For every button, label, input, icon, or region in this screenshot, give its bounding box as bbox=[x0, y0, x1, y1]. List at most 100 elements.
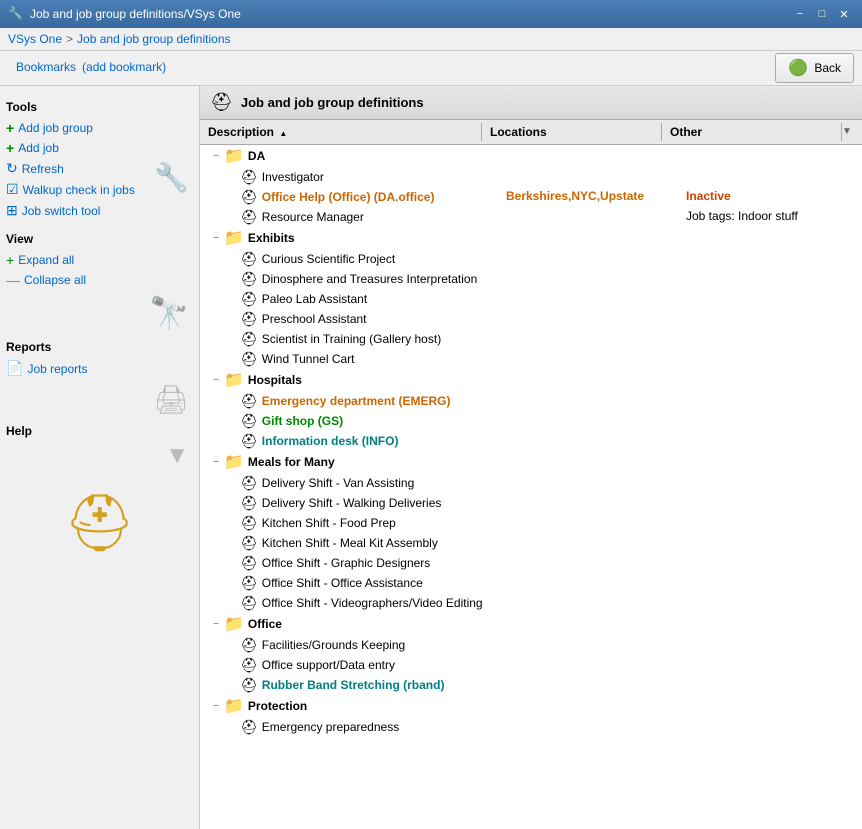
add-icon-2: + bbox=[6, 140, 14, 156]
back-icon: 🟢 bbox=[788, 58, 808, 78]
sidebar-item-collapse-all[interactable]: — Collapse all bbox=[6, 270, 193, 290]
job-row-food-prep[interactable]: ⛑Kitchen Shift - Food Prep bbox=[200, 513, 862, 533]
sidebar-item-add-job-group[interactable]: + Add job group bbox=[6, 118, 193, 138]
sidebar-item-add-job[interactable]: + Add job bbox=[6, 138, 193, 158]
job-icon-wind: ⛑ bbox=[240, 351, 258, 368]
col-other-office-help: Inactive bbox=[682, 189, 862, 206]
app-icon: 🔧 bbox=[8, 6, 24, 22]
filter-icon[interactable]: ▼ bbox=[842, 126, 852, 137]
group-row-da[interactable]: − 📁 DA bbox=[200, 145, 862, 167]
job-row-walking[interactable]: ⛑Delivery Shift - Walking Deliveries bbox=[200, 493, 862, 513]
job-row-office-help[interactable]: ⛑ Office Help (Office) (DA.office) Berks… bbox=[200, 187, 862, 207]
group-label-hospitals: Hospitals bbox=[248, 373, 302, 387]
job-label-video: Office Shift - Videographers/Video Editi… bbox=[262, 596, 483, 610]
toggle-meals[interactable]: − bbox=[208, 457, 224, 468]
refresh-label: Refresh bbox=[22, 162, 64, 176]
job-icon-facilities: ⛑ bbox=[240, 637, 258, 654]
close-button[interactable]: ✕ bbox=[834, 4, 854, 24]
group-row-exhibits[interactable]: − 📁 Exhibits bbox=[200, 227, 862, 249]
nav-current[interactable]: Job and job group definitions bbox=[77, 32, 230, 46]
table-header: Description ▲ Locations Other ▼ bbox=[200, 120, 862, 145]
job-icon-giftshop: ⛑ bbox=[240, 413, 258, 430]
job-row-facilities[interactable]: ⛑Facilities/Grounds Keeping bbox=[200, 635, 862, 655]
col-locations-header: Locations bbox=[482, 123, 662, 141]
job-icon-scientist: ⛑ bbox=[240, 331, 258, 348]
job-row-resource-manager[interactable]: ⛑ Resource Manager Job tags: Indoor stuf… bbox=[200, 207, 862, 227]
toggle-office[interactable]: − bbox=[208, 619, 224, 630]
toggle-exhibits[interactable]: − bbox=[208, 233, 224, 244]
job-label-resource-manager: Resource Manager bbox=[262, 210, 364, 224]
add-bookmark-link[interactable]: (add bookmark) bbox=[82, 60, 166, 74]
back-button[interactable]: 🟢 Back bbox=[775, 53, 854, 83]
job-row-meal-kit[interactable]: ⛑ Kitchen Shift - Meal Kit Assembly bbox=[200, 533, 862, 553]
job-label-curious: Curious Scientific Project bbox=[262, 252, 395, 266]
nav-home[interactable]: VSys One bbox=[8, 32, 62, 46]
tree-area[interactable]: − 📁 DA bbox=[200, 145, 862, 829]
job-row-info-desk[interactable]: ⛑Information desk (INFO) bbox=[200, 431, 862, 451]
job-row-graphic[interactable]: ⛑Office Shift - Graphic Designers bbox=[200, 553, 862, 573]
group-row-protection[interactable]: − 📁 Protection bbox=[200, 695, 862, 717]
col-description-header: Description ▲ bbox=[200, 123, 482, 141]
sidebar-item-refresh[interactable]: ↻ Refresh bbox=[6, 158, 193, 179]
sidebar: Tools + Add job group + Add job ↻ Refres… bbox=[0, 86, 200, 829]
minimize-button[interactable]: − bbox=[790, 4, 810, 24]
job-row-scientist[interactable]: ⛑Scientist in Training (Gallery host) bbox=[200, 329, 862, 349]
job-row-dino[interactable]: ⛑Dinosphere and Treasures Interpretation bbox=[200, 269, 862, 289]
job-row-office-assist[interactable]: ⛑Office Shift - Office Assistance bbox=[200, 573, 862, 593]
binoculars-deco-icon: 🔭 bbox=[149, 295, 189, 331]
job-row-curious[interactable]: ⛑ Curious Scientific Project bbox=[200, 249, 862, 269]
sidebar-item-expand-all[interactable]: + Expand all bbox=[6, 250, 193, 270]
job-row-video[interactable]: ⛑Office Shift - Videographers/Video Edit… bbox=[200, 593, 862, 613]
bookmarks-link[interactable]: Bookmarks bbox=[16, 60, 76, 74]
job-row-office-support[interactable]: ⛑Office support/Data entry bbox=[200, 655, 862, 675]
group-row-meals[interactable]: − 📁 Meals for Many bbox=[200, 451, 862, 473]
job-label-graphic: Office Shift - Graphic Designers bbox=[262, 556, 431, 570]
col-other-investigator bbox=[682, 169, 862, 186]
job-row-emerg[interactable]: ⛑Emergency department (EMERG) bbox=[200, 391, 862, 411]
reports-section-title: Reports bbox=[6, 340, 193, 354]
job-row-paleo[interactable]: ⛑ Paleo Lab Assistant bbox=[200, 289, 862, 309]
job-icon-van: ⛑ bbox=[240, 475, 258, 492]
job-label-office-support: Office support/Data entry bbox=[262, 658, 395, 672]
job-label-paleo: Paleo Lab Assistant bbox=[262, 292, 367, 306]
job-row-investigator[interactable]: ⛑ Investigator bbox=[200, 167, 862, 187]
job-icon-paleo: ⛑ bbox=[240, 291, 258, 308]
group-row-hospitals[interactable]: − 📁 Hospitals bbox=[200, 369, 862, 391]
content-area: Tools + Add job group + Add job ↻ Refres… bbox=[0, 86, 862, 829]
job-row-rubber-band[interactable]: ⛑Rubber Band Stretching (rband) bbox=[200, 675, 862, 695]
toggle-protection[interactable]: − bbox=[208, 701, 224, 712]
job-switch-label: Job switch tool bbox=[22, 204, 101, 218]
job-row-preschool[interactable]: ⛑Preschool Assistant bbox=[200, 309, 862, 329]
group-row-office[interactable]: − 📁 Office bbox=[200, 613, 862, 635]
job-row-wind[interactable]: ⛑Wind Tunnel Cart bbox=[200, 349, 862, 369]
title-bar-buttons: − □ ✕ bbox=[790, 4, 854, 24]
group-label-protection: Protection bbox=[248, 699, 307, 713]
back-label: Back bbox=[814, 61, 841, 75]
job-label-rubber-band: Rubber Band Stretching (rband) bbox=[262, 678, 445, 692]
job-icon-resource-manager: ⛑ bbox=[240, 209, 258, 226]
job-label-van: Delivery Shift - Van Assisting bbox=[262, 476, 415, 490]
col-loc-da bbox=[502, 146, 682, 166]
job-label-office-help: Office Help (Office) (DA.office) bbox=[262, 190, 435, 204]
sidebar-item-job-reports[interactable]: 📄 Job reports bbox=[6, 358, 193, 379]
job-icon-curious: ⛑ bbox=[240, 251, 258, 268]
job-label-preschool: Preschool Assistant bbox=[262, 312, 367, 326]
maximize-button[interactable]: □ bbox=[812, 4, 832, 24]
job-label-meal-kit: Kitchen Shift - Meal Kit Assembly bbox=[262, 536, 438, 550]
job-reports-label: Job reports bbox=[27, 362, 87, 376]
job-icon-meal-kit: ⛑ bbox=[240, 535, 258, 552]
job-row-emerg-prep[interactable]: ⛑Emergency preparedness bbox=[200, 717, 862, 737]
col-other-header: Other bbox=[662, 123, 842, 141]
job-label-dino: Dinosphere and Treasures Interpretation bbox=[262, 272, 477, 286]
toggle-da[interactable]: − bbox=[208, 151, 224, 162]
panel-header-icon: ⛑ bbox=[210, 92, 233, 113]
toggle-hospitals[interactable]: − bbox=[208, 375, 224, 386]
job-icon-office-assist: ⛑ bbox=[240, 575, 258, 592]
help-section-title: Help bbox=[6, 424, 193, 438]
panel-header: ⛑ Job and job group definitions bbox=[200, 86, 862, 120]
group-exhibits: − 📁 Exhibits ⛑ Curious Scientific Project bbox=[200, 227, 862, 369]
job-icon-food-prep: ⛑ bbox=[240, 515, 258, 532]
job-row-van[interactable]: ⛑ Delivery Shift - Van Assisting bbox=[200, 473, 862, 493]
job-row-giftshop[interactable]: ⛑Gift shop (GS) bbox=[200, 411, 862, 431]
group-label-exhibits: Exhibits bbox=[248, 231, 295, 245]
